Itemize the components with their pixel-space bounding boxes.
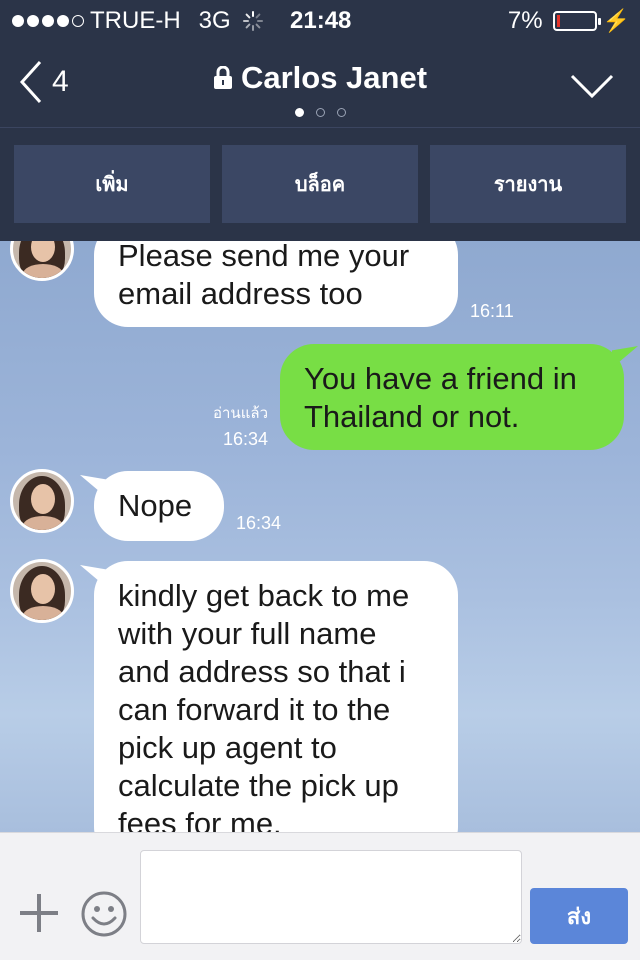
- message-line: You have a friend in: [304, 361, 577, 396]
- message-time: 16:11: [470, 301, 514, 321]
- action-bar: เพิ่ม บล็อค รายงาน: [0, 129, 640, 241]
- message-bubble-incoming[interactable]: kindly get back to me with your full nam…: [94, 561, 458, 833]
- message-line: and address so that i: [118, 654, 406, 689]
- page-dot: [315, 108, 325, 117]
- chat-title: Carlos Janet: [0, 60, 640, 96]
- message-bubble-outgoing[interactable]: You have a friend in Thailand or not.: [280, 344, 624, 450]
- battery-icon: [552, 11, 601, 31]
- message-bubble-incoming[interactable]: Nope: [94, 471, 224, 541]
- network-type: 3G: [198, 7, 231, 34]
- message-bubble-incoming[interactable]: Please send me your email address too: [94, 241, 458, 327]
- contact-name: Carlos Janet: [240, 60, 428, 95]
- loading-spinner-icon: [242, 11, 263, 31]
- read-receipt: อ่านแล้ว 16:34: [196, 401, 268, 450]
- charging-bolt-icon: ⚡: [602, 8, 630, 33]
- report-button[interactable]: รายงาน: [430, 145, 626, 223]
- status-bar: TRUE-H 3G 21:48 7% ⚡: [0, 0, 640, 40]
- message-line: pick up agent to: [118, 730, 337, 765]
- chevron-down-icon[interactable]: [570, 72, 614, 100]
- message-line: with your full name: [118, 616, 377, 651]
- status-right: 7% ⚡: [508, 7, 630, 35]
- signal-dots-icon: [12, 15, 84, 27]
- chat-area[interactable]: Please send me your email address too 16…: [0, 241, 640, 833]
- message-line: Nope: [118, 488, 193, 523]
- message-line: calculate the pick up: [118, 768, 399, 803]
- battery-percent: 7%: [507, 7, 543, 34]
- avatar[interactable]: [10, 469, 74, 533]
- read-label: อ่านแล้ว: [213, 405, 268, 422]
- message-line: email address too: [118, 276, 363, 311]
- status-time: 21:48: [290, 7, 352, 34]
- page-dot-active: [294, 108, 304, 117]
- avatar[interactable]: [10, 559, 74, 623]
- message-line: kindly get back to me: [118, 578, 410, 613]
- page-indicator: [0, 108, 640, 117]
- message-time: 16:34: [236, 513, 282, 533]
- carrier-name: TRUE-H: [90, 7, 181, 34]
- add-button[interactable]: เพิ่ม: [14, 145, 210, 223]
- message-line: fees for me.: [118, 806, 282, 833]
- avatar[interactable]: [10, 241, 74, 281]
- plus-icon[interactable]: [18, 892, 60, 934]
- page-dot: [336, 108, 346, 117]
- status-left: TRUE-H 3G: [12, 7, 263, 35]
- nav-bar: 4 Carlos Janet: [0, 40, 640, 128]
- message-line: Please send me your: [118, 241, 410, 273]
- lock-icon: [213, 66, 232, 89]
- send-button[interactable]: ส่ง: [530, 888, 628, 944]
- smiley-icon[interactable]: [80, 890, 128, 938]
- message-line: can forward it to the: [118, 692, 391, 727]
- message-line: Thailand or not.: [304, 399, 520, 434]
- message-input[interactable]: [140, 850, 522, 944]
- message-time: 16:34: [222, 429, 268, 449]
- block-button[interactable]: บล็อค: [222, 145, 418, 223]
